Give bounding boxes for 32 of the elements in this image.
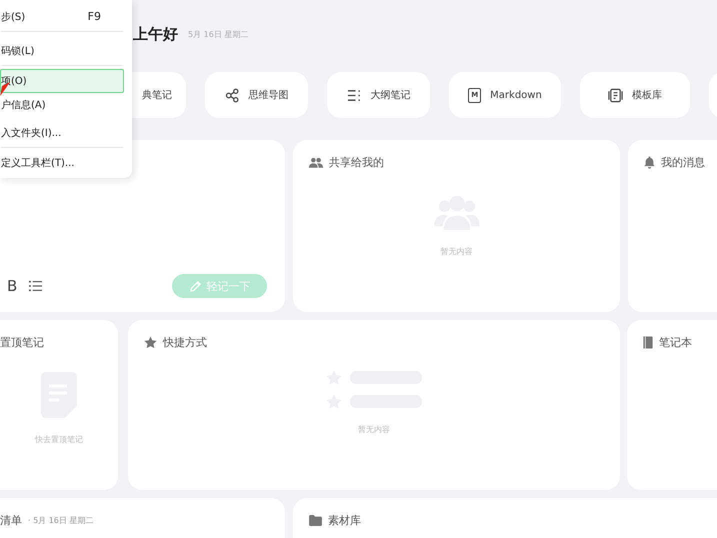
menu-item[interactable]: 码锁(L) [0, 35, 124, 66]
quick-action-button[interactable]: 大纲笔记 [327, 72, 430, 118]
card-title: 快捷方式 [163, 335, 207, 350]
card-title: 素材库 [328, 513, 361, 528]
greeting-title: 上午好 [133, 24, 178, 44]
empty-message: 暂无内容 [440, 246, 472, 257]
template-icon [608, 88, 623, 102]
checklist-date: · 5月 16日 星期二 [28, 515, 94, 526]
card-title: 共享给我的 [329, 155, 384, 170]
menu-item[interactable]: 步(S) F9 [0, 1, 124, 32]
nodes-icon [224, 88, 240, 102]
bullet-list-icon[interactable] [29, 280, 42, 292]
card-title: 清单 [0, 513, 22, 528]
star-icon [144, 336, 157, 349]
menu-item[interactable]: 入文件夹(I)... [0, 117, 124, 148]
quick-action-button[interactable]: 思维导图 [205, 72, 308, 118]
card-title: 我的消息 [661, 155, 705, 170]
menu-item[interactable]: 定义工具栏(T)... [0, 151, 124, 175]
menu-item[interactable]: 项(O) [0, 69, 124, 93]
card-title: 置顶笔记 [0, 335, 44, 350]
card-title: 笔记本 [659, 335, 692, 350]
outline-list-icon [346, 88, 362, 102]
people-icon [309, 157, 323, 168]
bold-button[interactable]: B [7, 277, 18, 295]
empty-message: 暂无内容 [358, 424, 390, 435]
greeting-date: 5月 16日 星期二 [188, 28, 248, 40]
pencil-icon [188, 280, 202, 292]
folder-icon [309, 515, 322, 526]
quick-action-button[interactable]: 模板库 [580, 72, 690, 118]
bell-icon [644, 156, 655, 169]
notebook-icon [643, 336, 653, 349]
empty-hint: 快去置顶笔记 [35, 434, 83, 445]
